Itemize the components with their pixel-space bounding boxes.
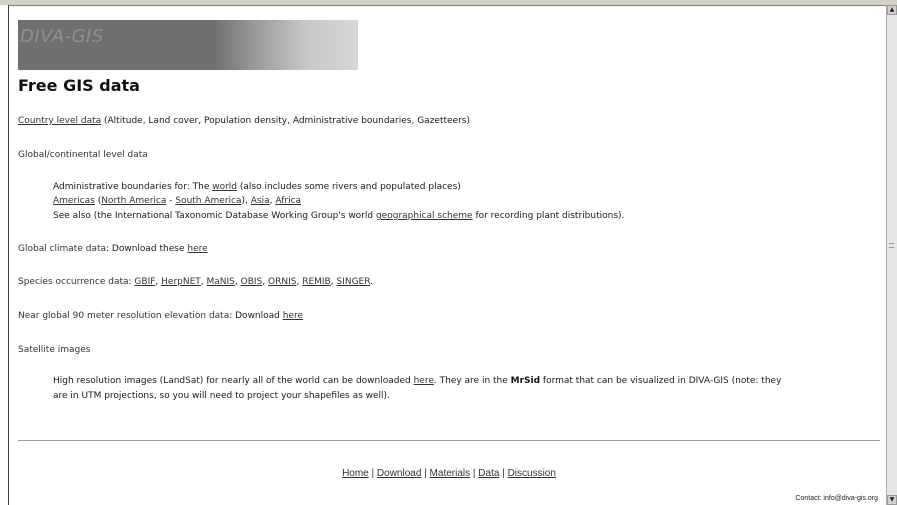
see-also-prefix: See also (the International Taxonomic Da… bbox=[53, 211, 376, 221]
footer-data-link[interactable]: Data bbox=[478, 468, 499, 479]
country-level-description: (Altitude, Land cover, Population densit… bbox=[101, 116, 470, 126]
globe-image bbox=[213, 20, 358, 70]
geographical-scheme-link[interactable]: geographical scheme bbox=[376, 211, 473, 221]
banner-logo-text: DIVA-GIS bbox=[20, 26, 104, 47]
contact-email: Contact: info@diva-gis.org bbox=[795, 495, 878, 502]
manis-link[interactable]: MaNIS bbox=[207, 277, 235, 287]
species-end: . bbox=[370, 277, 374, 287]
species-row: Species occurrence data: GBIF, HerpNET, … bbox=[18, 277, 374, 287]
south-america-link[interactable]: South America bbox=[175, 196, 241, 206]
elevation-row: Near global 90 meter resolution elevatio… bbox=[18, 311, 303, 321]
gbif-link[interactable]: GBIF bbox=[134, 277, 155, 287]
elevation-text: : Download bbox=[229, 311, 283, 321]
footer-nav: Home | Download | Materials | Data | Dis… bbox=[18, 468, 880, 479]
satellite-text-mid: . They are in the bbox=[433, 376, 511, 386]
footer-download-link[interactable]: Download bbox=[377, 468, 421, 479]
satellite-text-prefix: High resolution images (LandSat) for nea… bbox=[53, 376, 414, 386]
north-america-link[interactable]: North America bbox=[101, 196, 166, 206]
americas-link[interactable]: Americas bbox=[53, 196, 95, 206]
global-continental-heading: Global/continental level data bbox=[18, 150, 148, 160]
admin-boundaries-row: Administrative boundaries for: The world… bbox=[53, 182, 461, 192]
satellite-here-link[interactable]: here bbox=[414, 376, 434, 386]
footer-sep: | bbox=[499, 468, 508, 479]
asia-link[interactable]: Asia bbox=[251, 196, 270, 206]
footer-materials-link[interactable]: Materials bbox=[430, 468, 471, 479]
herpnet-link[interactable]: HerpNET bbox=[161, 277, 201, 287]
climate-text: : Download these bbox=[106, 244, 188, 254]
scroll-down-arrow-icon[interactable]: ▼ bbox=[887, 495, 897, 505]
see-also-suffix: for recording plant distributions). bbox=[472, 211, 625, 221]
scrollbar-grip[interactable] bbox=[889, 243, 894, 248]
diva-gis-banner: DIVA-GIS bbox=[18, 20, 358, 70]
regions-row: Americas (North America - South America)… bbox=[53, 196, 301, 206]
page-title: Free GIS data bbox=[18, 76, 140, 95]
world-link[interactable]: world bbox=[212, 182, 237, 192]
footer-home-link[interactable]: Home bbox=[342, 468, 369, 479]
window-left-border bbox=[0, 5, 9, 505]
remib-link[interactable]: REMIB bbox=[302, 277, 331, 287]
singer-link[interactable]: SINGER bbox=[336, 277, 370, 287]
satellite-text-suffix: format that can be visualized in DIVA-GI… bbox=[540, 376, 782, 386]
see-also-row: See also (the International Taxonomic Da… bbox=[53, 211, 624, 221]
ornis-link[interactable]: ORNIS bbox=[268, 277, 296, 287]
satellite-line-1: High resolution images (LandSat) for nea… bbox=[53, 376, 781, 386]
obis-link[interactable]: OBIS bbox=[241, 277, 263, 287]
africa-link[interactable]: Africa bbox=[275, 196, 301, 206]
admin-boundaries-suffix: (also includes some rivers and populated… bbox=[237, 182, 461, 192]
vertical-scrollbar[interactable]: ▲ ▼ bbox=[886, 5, 897, 505]
footer-sep: | bbox=[368, 468, 377, 479]
country-level-row: Country level data (Altitude, Land cover… bbox=[18, 116, 470, 126]
footer-divider bbox=[18, 440, 880, 441]
satellite-heading: Satellite images bbox=[18, 345, 91, 355]
admin-boundaries-prefix: Administrative boundaries for: The bbox=[53, 182, 213, 192]
species-heading: Species occurrence data bbox=[18, 277, 129, 287]
climate-heading: Global climate data bbox=[18, 244, 107, 254]
climate-here-link[interactable]: here bbox=[187, 244, 207, 254]
satellite-line-2: are in UTM projections, so you will need… bbox=[53, 391, 390, 401]
climate-row: Global climate data: Download these here bbox=[18, 244, 208, 254]
elevation-here-link[interactable]: here bbox=[283, 311, 303, 321]
mrsid-format: MrSid bbox=[510, 376, 541, 386]
text-dash: - bbox=[166, 196, 176, 206]
scroll-up-arrow-icon[interactable]: ▲ bbox=[887, 5, 897, 15]
elevation-heading: Near global 90 meter resolution elevatio… bbox=[18, 311, 230, 321]
footer-sep: | bbox=[421, 468, 430, 479]
window-top-border bbox=[0, 0, 897, 6]
footer-discussion-link[interactable]: Discussion bbox=[508, 468, 556, 479]
country-level-data-link[interactable]: Country level data bbox=[18, 116, 101, 126]
text-close-paren: ), bbox=[241, 196, 251, 206]
